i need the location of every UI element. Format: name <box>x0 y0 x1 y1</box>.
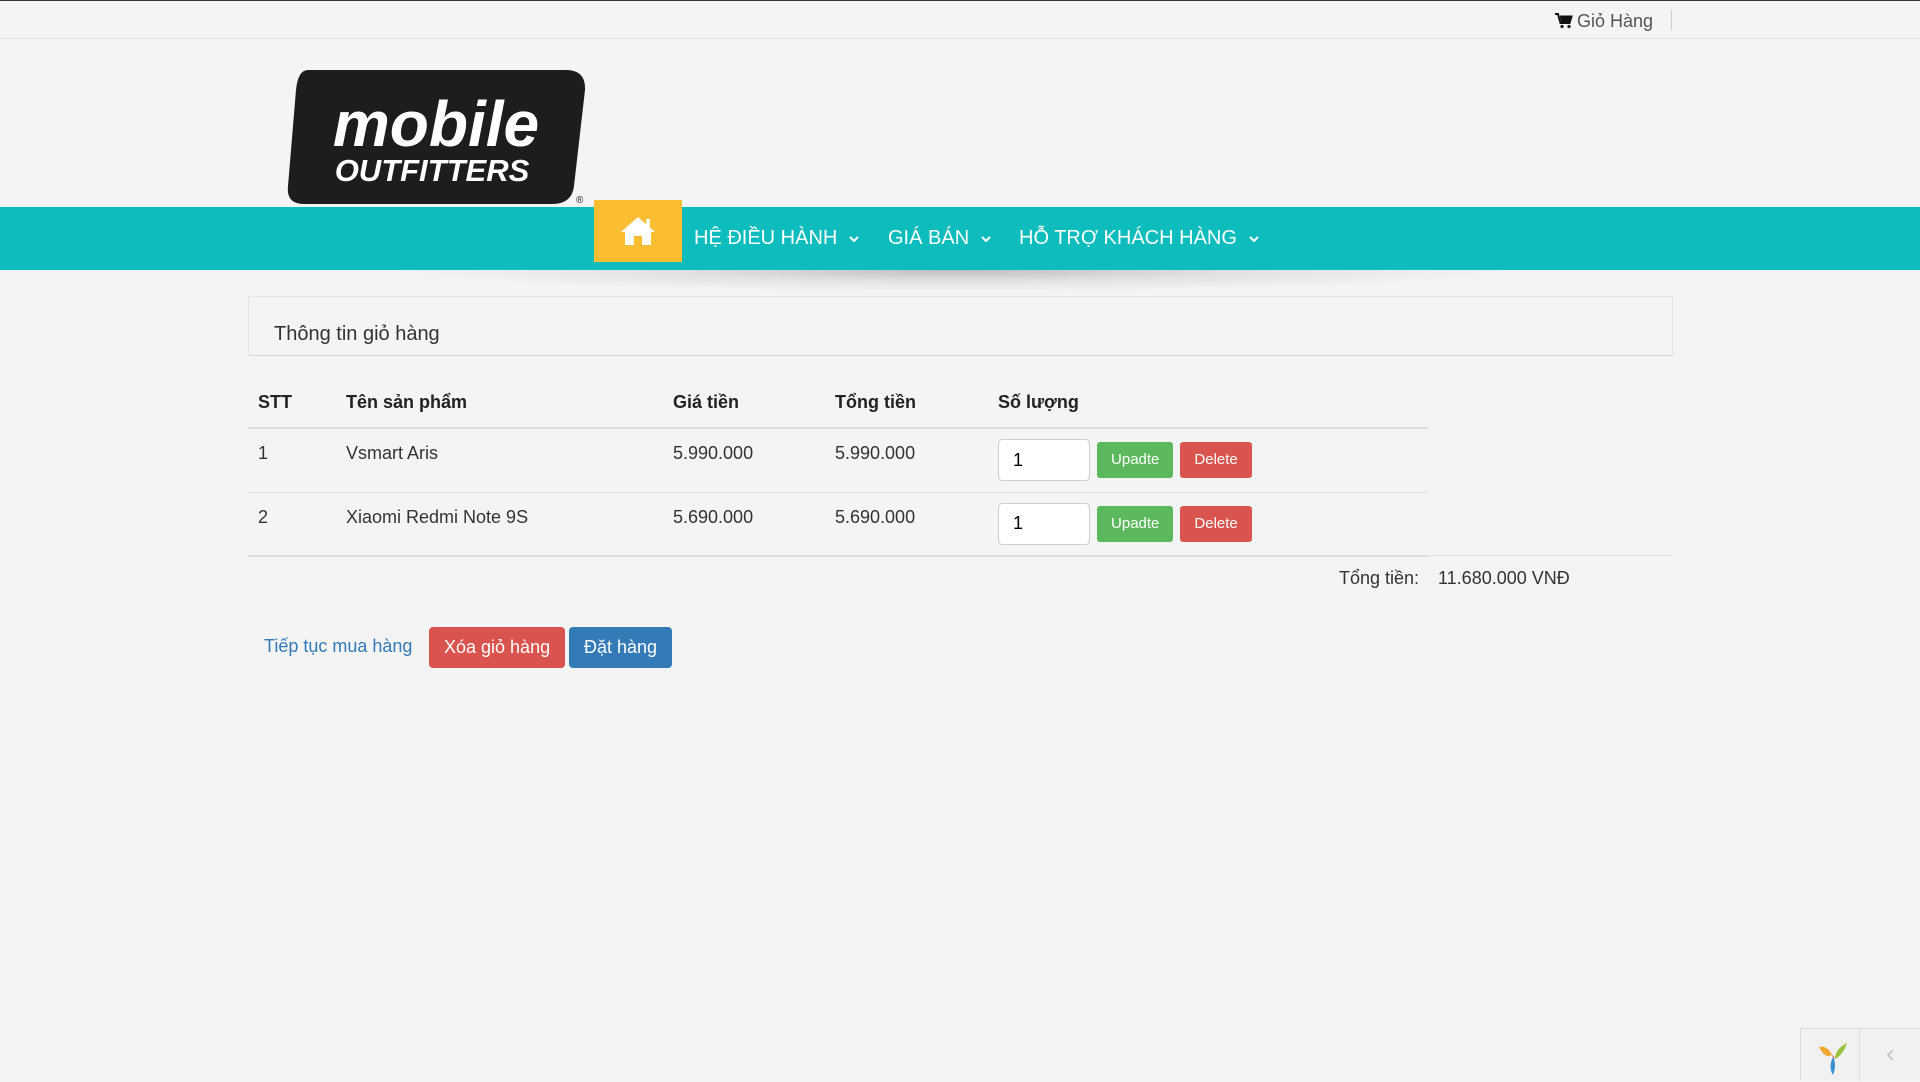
panel-title: Thông tin giỏ hàng <box>274 323 440 345</box>
chevron-down-icon <box>1249 235 1259 242</box>
row-quantity-cell: Upadte Delete <box>988 428 1428 493</box>
cart-table: STT Tên sản phẩm Giá tiền Tổng tiền Số l… <box>248 378 1428 557</box>
header-stt: STT <box>248 378 336 429</box>
delete-button[interactable]: Delete <box>1180 442 1252 478</box>
table-row: 1 Vsmart Aris 5.990.000 5.990.000 Upadte… <box>248 428 1428 493</box>
grand-total-label: Tổng tiền: <box>1339 568 1420 588</box>
table-row: 2 Xiaomi Redmi Note 9S 5.690.000 5.690.0… <box>248 492 1428 557</box>
row-price: 5.690.000 <box>663 492 825 557</box>
continue-shopping-link[interactable]: Tiếp tục mua hàng <box>264 636 412 657</box>
nav-item-label: GIÁ BÁN <box>888 227 970 249</box>
yii-logo-icon[interactable] <box>1813 1037 1853 1077</box>
top-bar: Giỏ Hàng <box>0 0 1920 39</box>
debug-toggle-button[interactable] <box>1859 1029 1920 1081</box>
logo-text-mobile: mobile <box>333 88 539 160</box>
header-quantity: Số lượng <box>988 378 1428 429</box>
header-product-name: Tên sản phẩm <box>336 378 663 429</box>
cart-panel-heading: Thông tin giỏ hàng <box>248 296 1673 356</box>
row-stt: 1 <box>248 428 336 493</box>
delete-button[interactable]: Delete <box>1180 505 1252 542</box>
chevron-down-icon <box>981 235 991 242</box>
header-price: Giá tiền <box>663 378 825 429</box>
table-header-row: STT Tên sản phẩm Giá tiền Tổng tiền Số l… <box>248 378 1428 429</box>
update-button[interactable]: Upadte <box>1097 505 1174 542</box>
nav-item-label: HỆ ĐIỀU HÀNH <box>694 227 838 249</box>
grand-total-value: 11.680.000 VNĐ <box>1438 568 1570 588</box>
row-quantity-cell: Upadte Delete <box>988 492 1428 557</box>
debug-toolbar <box>1800 1028 1920 1081</box>
chevron-left-icon <box>1886 1049 1894 1061</box>
header-total: Tổng tiền <box>825 378 988 429</box>
nav-item-label: HỖ TRỢ KHÁCH HÀNG <box>1019 227 1237 249</box>
quantity-input[interactable] <box>998 439 1090 481</box>
total-divider <box>248 555 1673 556</box>
row-product-name: Vsmart Aris <box>336 428 663 493</box>
place-order-button[interactable]: Đặt hàng <box>569 627 673 668</box>
logo-text-outfitters: OUTFITTERS <box>335 153 530 188</box>
quantity-input[interactable] <box>998 502 1090 545</box>
clear-cart-button[interactable]: Xóa giỏ hàng <box>429 627 566 668</box>
row-price: 5.990.000 <box>663 428 825 493</box>
nav-item-price[interactable]: GIÁ BÁN <box>888 207 993 270</box>
row-stt: 2 <box>248 492 336 557</box>
nav-item-operating-system[interactable]: HỆ ĐIỀU HÀNH <box>694 207 861 270</box>
svg-text:®: ® <box>576 195 584 206</box>
nav-shadow <box>390 270 1520 292</box>
nav-item-customer-support[interactable]: HỖ TRỢ KHÁCH HÀNG <box>1019 207 1261 270</box>
row-total: 5.690.000 <box>825 492 988 557</box>
cart-link[interactable]: Giỏ Hàng <box>1555 10 1653 32</box>
shopping-cart-icon <box>1555 13 1573 29</box>
home-button[interactable] <box>594 200 682 262</box>
update-button[interactable]: Upadte <box>1097 442 1174 478</box>
topbar-divider <box>1671 10 1672 30</box>
row-total: 5.990.000 <box>825 428 988 493</box>
row-product-name: Xiaomi Redmi Note 9S <box>336 492 663 557</box>
site-logo[interactable]: mobile OUTFITTERS ® <box>286 68 588 208</box>
home-icon <box>621 217 655 245</box>
cart-link-label: Giỏ Hàng <box>1577 10 1654 31</box>
chevron-down-icon <box>849 235 860 242</box>
